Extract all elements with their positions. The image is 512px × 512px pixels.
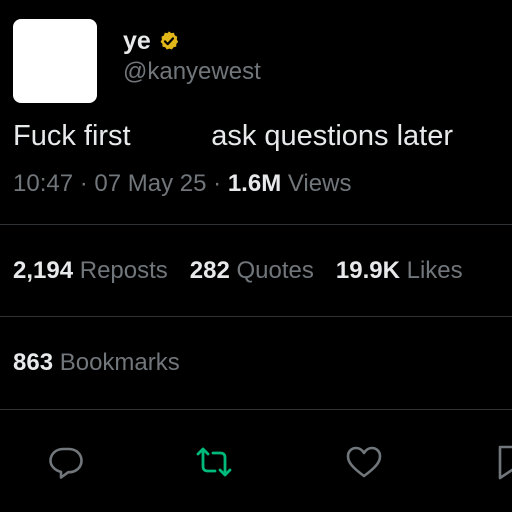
quotes-stat[interactable]: 282 Quotes	[190, 257, 314, 284]
views-count: 1.6M	[227, 170, 282, 197]
repost-icon	[196, 447, 232, 477]
likes-count: 19.9K	[335, 257, 400, 284]
tweet-time[interactable]: 10:47	[13, 170, 73, 197]
avatar[interactable]	[13, 19, 97, 103]
views-label: Views	[287, 170, 352, 197]
reposts-stat[interactable]: 2,194 Reposts	[13, 257, 168, 284]
quotes-count: 282	[189, 257, 230, 284]
quotes-label: Quotes	[236, 257, 314, 284]
likes-stat[interactable]: 19.9K Likes	[336, 257, 463, 284]
repost-button[interactable]	[194, 442, 234, 482]
reply-icon	[49, 447, 83, 479]
tweet-text-part1: Fuck first	[13, 120, 131, 152]
display-name[interactable]: ye	[123, 26, 180, 56]
bookmarks-label: Bookmarks	[59, 349, 180, 376]
heart-icon	[346, 446, 382, 478]
bookmark-button[interactable]	[492, 442, 512, 482]
tweet-text-part2: ask questions later	[211, 120, 454, 152]
tweet-text-gap	[131, 120, 212, 152]
divider	[0, 316, 512, 317]
bookmarks-stat[interactable]: 863 Bookmarks	[13, 349, 202, 377]
meta-separator: ·	[213, 170, 222, 197]
tweet-date[interactable]: 07 May 25	[94, 170, 206, 197]
like-button[interactable]	[344, 442, 384, 482]
tweet-text: Fuck first ask questions later	[13, 119, 453, 153]
meta-separator: ·	[79, 170, 88, 197]
reposts-count: 2,194	[13, 257, 74, 284]
reply-button[interactable]	[46, 442, 86, 482]
divider	[0, 409, 512, 410]
display-name-text[interactable]: ye	[123, 26, 151, 56]
bookmark-icon	[498, 445, 512, 480]
reposts-label: Reposts	[79, 257, 168, 284]
user-handle[interactable]: @kanyewest	[123, 58, 261, 86]
engagement-stats: 2,194 Reposts 282 Quotes 19.9K Likes	[13, 257, 485, 285]
divider	[0, 224, 512, 225]
likes-label: Likes	[406, 257, 463, 284]
tweet-meta: 10:47 · 07 May 25 · 1.6M Views	[13, 170, 351, 198]
bookmarks-count: 863	[13, 349, 54, 376]
verified-badge-icon	[160, 31, 178, 50]
